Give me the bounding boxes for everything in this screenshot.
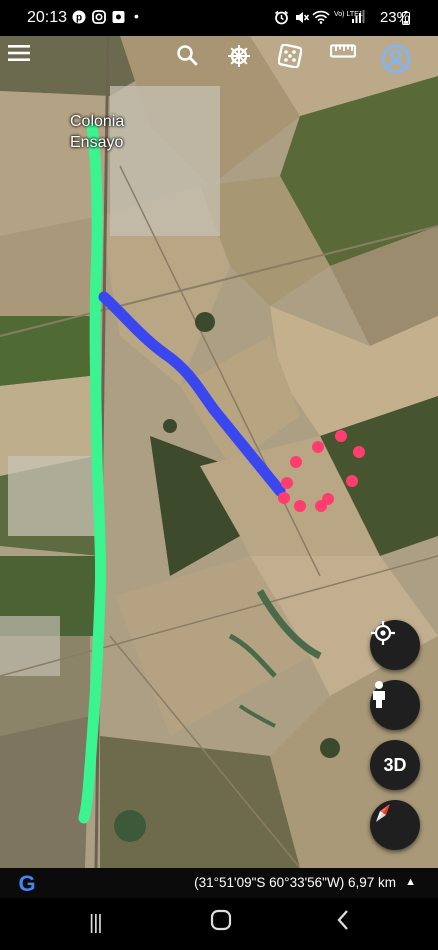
green-route-line: [78, 120, 107, 824]
measure-button[interactable]: [330, 44, 374, 88]
voyager-button[interactable]: [227, 44, 271, 88]
my-location-button[interactable]: [370, 620, 420, 670]
menu-icon: [8, 45, 30, 61]
feeling-lucky-button[interactable]: [278, 44, 322, 88]
app-notification-icon: [112, 10, 125, 27]
search-button[interactable]: [176, 44, 220, 88]
back-icon: [337, 910, 348, 930]
google-logo-icon: G: [15, 871, 39, 900]
signal-icon: [351, 10, 365, 26]
instagram-icon: [92, 10, 106, 27]
back-button[interactable]: [336, 908, 350, 937]
place-label[interactable]: Colonia Ensayo: [70, 111, 124, 153]
account-icon: [381, 44, 411, 74]
3d-toggle-button[interactable]: 3D: [370, 740, 420, 790]
dice-icon: [278, 44, 302, 68]
pegman-button[interactable]: [370, 680, 420, 730]
compass-icon: [376, 804, 390, 822]
coordinates-scale-text: (31°51'09"S 60°33'56"W) 6,97 km: [194, 875, 396, 890]
android-navigation-bar: |||: [0, 898, 438, 950]
battery-icon: [402, 11, 410, 28]
account-button[interactable]: [381, 44, 425, 88]
svg-text:p: p: [76, 13, 82, 24]
search-icon: [177, 45, 198, 66]
satellite-map[interactable]: Colonia Ensayo 3D: [0, 36, 438, 868]
my-location-icon: [371, 621, 395, 645]
home-button[interactable]: [210, 909, 232, 936]
voyager-wheel-icon: [228, 45, 250, 67]
home-icon: [210, 909, 232, 931]
wifi-icon: [312, 10, 330, 27]
recent-apps-button[interactable]: |||: [89, 912, 103, 935]
notification-dot-icon: •: [134, 8, 139, 24]
pegman-icon: [373, 681, 385, 708]
place-label-line1: Colonia: [70, 113, 125, 130]
bottom-info-bar: G (31°51'09"S 60°33'56"W) 6,97 km ▲: [0, 868, 438, 898]
blue-route-line: [98, 291, 286, 497]
svg-text:G: G: [18, 871, 35, 895]
status-bar: 20:13 p • Vo) LTE1 23%: [0, 0, 438, 36]
compass-button[interactable]: [370, 800, 420, 850]
red-markers: [278, 430, 365, 512]
menu-button[interactable]: [8, 44, 52, 88]
place-label-line2: Ensayo: [70, 134, 124, 151]
status-time: 20:13: [27, 9, 68, 26]
mute-icon: [294, 10, 310, 28]
pinterest-icon: p: [72, 10, 86, 27]
expand-info-caret-icon[interactable]: ▲: [405, 876, 416, 888]
ruler-icon: [330, 44, 356, 58]
3d-label: 3D: [383, 754, 407, 775]
alarm-icon: [274, 10, 289, 28]
drawing-overlay: [78, 120, 365, 824]
